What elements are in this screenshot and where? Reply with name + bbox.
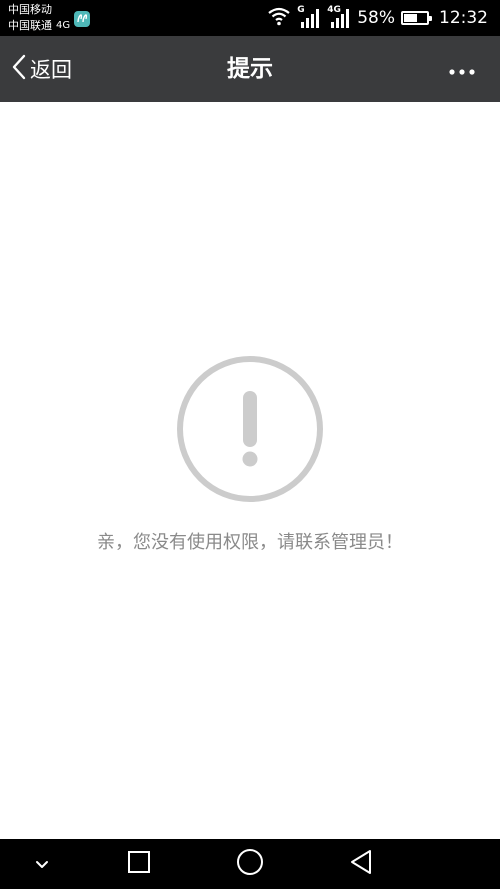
back-nav-button[interactable]	[338, 839, 384, 889]
collapse-chevron-icon	[35, 855, 49, 874]
battery-percent: 58%	[357, 8, 395, 28]
back-triangle-icon	[349, 849, 373, 879]
home-button[interactable]	[227, 839, 273, 889]
carrier-1-label: 中国移动	[8, 3, 52, 16]
android-nav-bar	[0, 839, 500, 889]
more-dots-icon	[449, 60, 475, 79]
wifi-icon	[267, 6, 291, 30]
carrier-2-line: 中国联通 4G	[8, 11, 91, 33]
signal-icon: G	[297, 6, 321, 30]
app-notification-icon	[74, 11, 91, 27]
carrier-2-network: 4G	[56, 19, 71, 31]
screen: 中国移动 中国联通 4G G 4G 58% 12:32 返回 提示 亲，您没有使…	[0, 0, 500, 889]
more-button[interactable]	[442, 56, 482, 82]
signal-icon: 4G	[327, 6, 351, 30]
collapse-button[interactable]	[20, 839, 64, 889]
exclamation-circle-icon	[176, 355, 324, 507]
battery-icon	[401, 11, 432, 25]
page-title: 提示	[227, 56, 273, 82]
recent-apps-square-icon	[127, 850, 151, 878]
status-indicators: G 4G 58% 12:32	[267, 0, 488, 36]
home-circle-icon	[236, 848, 264, 880]
clock: 12:32	[439, 8, 488, 28]
carrier-2-label: 中国联通	[8, 18, 52, 32]
status-bar: 中国移动 中国联通 4G G 4G 58% 12:32	[0, 0, 500, 36]
battery-fill	[404, 14, 417, 22]
recent-apps-button[interactable]	[116, 839, 162, 889]
carrier-info: 中国移动 中国联通 4G	[8, 2, 91, 33]
nav-bar: 返回 提示	[0, 36, 500, 102]
permission-message: 亲，您没有使用权限，请联系管理员！	[97, 532, 403, 553]
